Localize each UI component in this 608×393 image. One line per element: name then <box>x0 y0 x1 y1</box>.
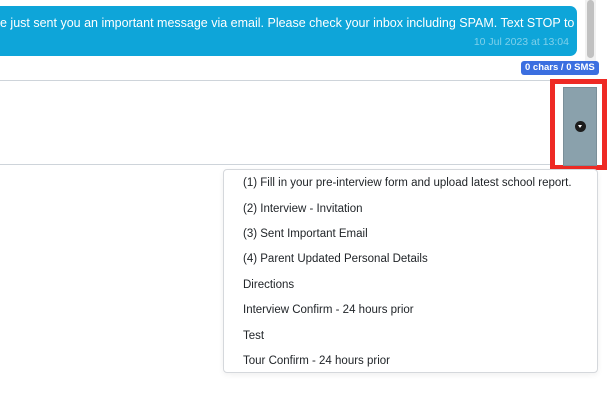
template-dropdown-menu: (1) Fill in your pre-interview form and … <box>223 169 598 373</box>
template-dropdown-toggle[interactable] <box>563 87 597 166</box>
template-menu-item[interactable]: Directions <box>243 279 294 291</box>
template-toggle-highlight <box>550 79 607 170</box>
message-textarea[interactable] <box>0 80 563 165</box>
message-timestamp: 10 Jul 2023 at 13:04 <box>473 36 569 48</box>
template-menu-item[interactable]: (4) Parent Updated Personal Details <box>243 253 428 265</box>
caret-down-circle-icon <box>575 121 586 132</box>
template-menu-item[interactable]: Tour Confirm - 24 hours prior <box>243 355 390 367</box>
template-menu-item[interactable]: (3) Sent Important Email <box>243 228 368 240</box>
conversation-scrollbar-thumb[interactable] <box>587 0 594 58</box>
template-menu-item[interactable]: (2) Interview - Invitation <box>243 203 363 215</box>
template-menu-item[interactable]: Interview Confirm - 24 hours prior <box>243 304 414 316</box>
sms-conversation-view: e just sent you an important message via… <box>0 0 608 393</box>
message-text: e just sent you an important message via… <box>0 16 608 30</box>
template-menu-item[interactable]: (1) Fill in your pre-interview form and … <box>243 177 572 189</box>
template-menu-item[interactable]: Test <box>243 330 264 342</box>
message-bubble: e just sent you an important message via… <box>0 6 608 56</box>
char-counter-badge: 0 chars / 0 SMS <box>521 61 599 75</box>
